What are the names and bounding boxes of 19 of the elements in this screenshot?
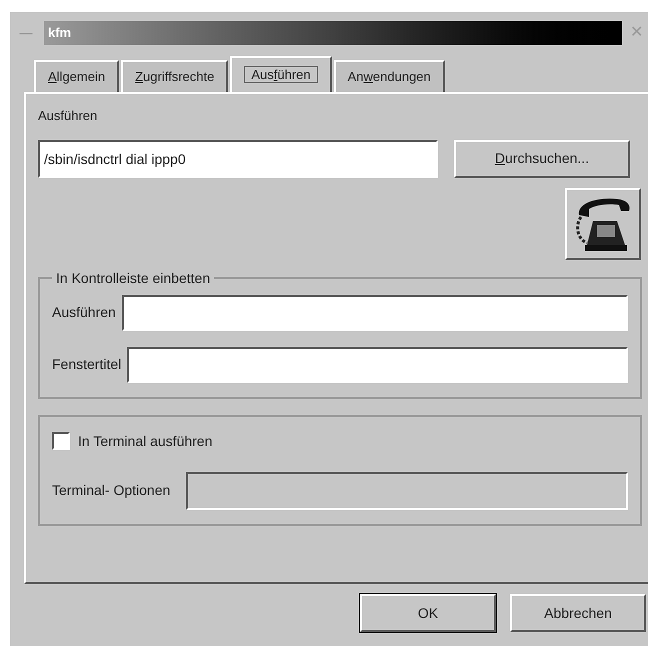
section-label: Ausführen <box>38 107 98 125</box>
tab[interactable]: Anwendungen <box>334 60 445 92</box>
field-label: Terminal- Optionen <box>52 481 170 500</box>
checkbox-label: In Terminal ausführen <box>78 432 212 450</box>
checkbox[interactable] <box>52 432 70 450</box>
group-title: In Kontrolleiste einbetten <box>55 268 212 288</box>
tab[interactable]: Zugriffsrechte <box>121 60 228 92</box>
field-label: Fenstertitel <box>52 355 122 374</box>
text-field[interactable] <box>122 294 628 330</box>
icon-button[interactable] <box>565 188 641 260</box>
tab[interactable]: Ausführen <box>230 56 332 92</box>
tab[interactable]: Allgemein <box>34 60 120 92</box>
window-title: kfm <box>48 24 72 42</box>
field-label: Ausführen <box>52 303 116 322</box>
dialog-button[interactable]: Abbrechen <box>510 594 646 632</box>
dialog-button[interactable]: OK <box>360 594 496 632</box>
browse-button[interactable]: Durchsuchen... <box>454 140 630 178</box>
command-field[interactable]: /sbin/isdnctrl dial ippp0 <box>38 140 438 178</box>
text-field[interactable] <box>127 346 628 382</box>
